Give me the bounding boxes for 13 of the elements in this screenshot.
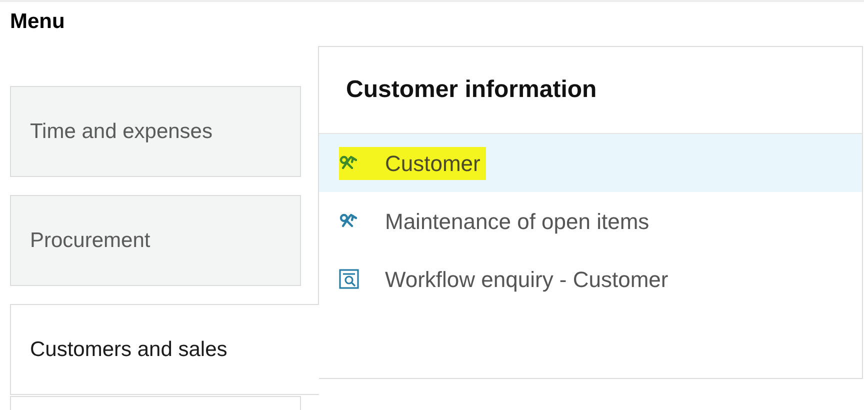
item-label: Workflow enquiry - Customer <box>385 266 668 294</box>
menu-tile[interactable]: Procurement <box>10 195 301 286</box>
menu-tile[interactable]: Customers and sales <box>10 304 319 395</box>
tools-icon <box>339 155 359 171</box>
panel-title: Customer information <box>346 75 597 105</box>
menu-title: Menu <box>10 9 66 35</box>
menu-item[interactable]: Customer <box>319 134 862 192</box>
window-search-icon <box>339 269 359 289</box>
tools-icon <box>339 213 359 229</box>
menu-tile[interactable] <box>10 396 301 410</box>
menu-tile[interactable]: Time and expenses <box>10 86 301 177</box>
item-label: Customer <box>385 150 480 178</box>
item-label: Maintenance of open items <box>385 208 650 236</box>
